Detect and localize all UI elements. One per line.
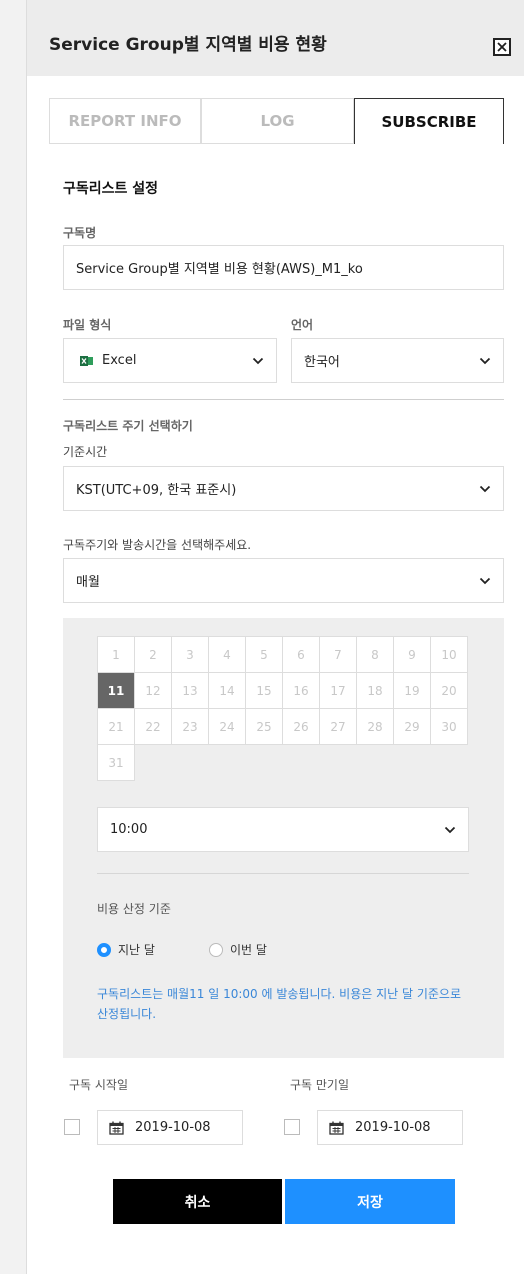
send-time-select[interactable]: 10:00: [97, 807, 469, 852]
subscribe-panel: Service Group별 지역별 비용 현황 REPORT INFO LOG…: [26, 0, 524, 1274]
radio-last-month[interactable]: 지난 달: [97, 941, 155, 958]
schedule-notice: 구독리스트는 매월11 일 10:00 에 발송됩니다. 비용은 지난 달 기준…: [97, 987, 461, 1021]
day-cell[interactable]: 9: [393, 636, 431, 673]
day-cell[interactable]: 25: [245, 708, 283, 745]
subscription-name-input[interactable]: Service Group별 지역별 비용 현황(AWS)_M1_ko: [63, 245, 504, 290]
calendar-icon: [109, 1121, 124, 1135]
cycle-select[interactable]: 매월: [63, 558, 504, 603]
language-value: 한국어: [304, 355, 340, 370]
day-cell-empty: [357, 745, 394, 781]
day-cell[interactable]: 8: [356, 636, 394, 673]
day-cell[interactable]: 23: [171, 708, 209, 745]
day-cell[interactable]: 2: [134, 636, 172, 673]
section-title: 구독리스트 설정: [63, 181, 159, 197]
start-date-label: 구독 시작일: [69, 1078, 129, 1092]
day-cell-empty: [172, 745, 209, 781]
day-cell[interactable]: 24: [208, 708, 246, 745]
tab-subscribe[interactable]: SUBSCRIBE: [354, 98, 504, 144]
day-cell[interactable]: 14: [208, 672, 246, 709]
day-cell[interactable]: 7: [319, 636, 357, 673]
end-date-picker[interactable]: 2019-10-08: [317, 1110, 463, 1145]
day-cell[interactable]: 29: [393, 708, 431, 745]
panel-title: Service Group별 지역별 비용 현황: [49, 35, 327, 55]
panel-header: Service Group별 지역별 비용 현황: [27, 0, 524, 76]
day-cell[interactable]: 28: [356, 708, 394, 745]
day-cell-empty: [394, 745, 431, 781]
day-picker: 1 2 3 4 5 6 7 8 9 10 11 12 13 14 15 16 17 18 19 20 21 22 23 24 2…: [97, 636, 468, 781]
send-time-value: 10:00: [110, 822, 148, 837]
day-cell[interactable]: 4: [208, 636, 246, 673]
subscription-name-value: Service Group별 지역별 비용 현황(AWS)_M1_ko: [76, 262, 363, 277]
day-cell[interactable]: 16: [282, 672, 320, 709]
tab-report-info[interactable]: REPORT INFO: [49, 98, 201, 144]
day-cell[interactable]: 5: [245, 636, 283, 673]
radio-this-month[interactable]: 이번 달: [209, 941, 267, 958]
radio-this-month-label: 이번 달: [230, 943, 267, 957]
chevron-down-icon: [479, 577, 491, 584]
file-format-select[interactable]: Excel: [63, 338, 277, 383]
radio-checked-icon: [97, 942, 111, 957]
section-divider: [63, 399, 504, 400]
cycle-prompt: 구독주기와 발송시간을 선택해주세요.: [63, 538, 252, 552]
day-cell[interactable]: 22: [134, 708, 172, 745]
start-date-checkbox[interactable]: [64, 1119, 80, 1135]
start-date-value: 2019-10-08: [135, 1120, 211, 1135]
day-cell[interactable]: 18: [356, 672, 394, 709]
start-date-picker[interactable]: 2019-10-08: [97, 1110, 243, 1145]
chevron-down-icon: [479, 485, 491, 492]
tab-bar: REPORT INFO LOG SUBSCRIBE: [49, 98, 504, 144]
day-cell[interactable]: 6: [282, 636, 320, 673]
day-cell-empty: [209, 745, 246, 781]
day-cell[interactable]: 17: [319, 672, 357, 709]
day-cell[interactable]: 21: [97, 708, 135, 745]
end-date-checkbox[interactable]: [284, 1119, 300, 1135]
cycle-value: 매월: [76, 575, 100, 590]
end-date-value: 2019-10-08: [355, 1120, 431, 1135]
chevron-down-icon: [479, 357, 491, 364]
calendar-icon: [329, 1121, 344, 1135]
timezone-label: 기준시간: [63, 445, 108, 459]
schedule-divider: [97, 873, 469, 874]
close-icon: [497, 42, 507, 52]
day-cell[interactable]: 26: [282, 708, 320, 745]
cancel-button[interactable]: 취소: [113, 1179, 282, 1224]
day-cell[interactable]: 10: [430, 636, 468, 673]
day-cell[interactable]: 20: [430, 672, 468, 709]
timezone-select[interactable]: KST(UTC+09, 한국 표준시): [63, 466, 504, 511]
file-format-value: Excel: [102, 353, 137, 368]
chevron-down-icon: [252, 357, 264, 364]
day-cell[interactable]: 31: [97, 744, 135, 781]
language-select[interactable]: 한국어: [291, 338, 504, 383]
day-cell[interactable]: 19: [393, 672, 431, 709]
day-cell[interactable]: 30: [430, 708, 468, 745]
day-cell-empty: [135, 745, 172, 781]
cycle-title: 구독리스트 주기 선택하기: [63, 419, 193, 433]
day-cell-empty: [320, 745, 357, 781]
file-format-label: 파일 형식: [63, 318, 112, 332]
end-date-label: 구독 만기일: [290, 1078, 350, 1092]
timezone-value: KST(UTC+09, 한국 표준시): [76, 483, 237, 498]
day-cell[interactable]: 11: [97, 672, 135, 709]
day-cell[interactable]: 12: [134, 672, 172, 709]
day-cell-empty: [431, 745, 468, 781]
day-cell[interactable]: 15: [245, 672, 283, 709]
cost-basis-label: 비용 산정 기준: [97, 902, 171, 916]
radio-last-month-label: 지난 달: [118, 943, 155, 957]
day-cell-empty: [246, 745, 283, 781]
excel-icon: [80, 355, 93, 366]
day-cell[interactable]: 13: [171, 672, 209, 709]
background-page-edge: [0, 0, 26, 1274]
day-cell[interactable]: 3: [171, 636, 209, 673]
name-label: 구독명: [63, 226, 97, 240]
language-label: 언어: [291, 318, 314, 332]
close-button[interactable]: [493, 38, 511, 56]
day-cell-empty: [283, 745, 320, 781]
day-cell[interactable]: 1: [97, 636, 135, 673]
radio-unchecked-icon: [209, 942, 223, 957]
tab-log[interactable]: LOG: [201, 98, 354, 144]
schedule-box: 1 2 3 4 5 6 7 8 9 10 11 12 13 14 15 16 17 18 19 20 21 22 23 24 2…: [63, 618, 504, 1058]
save-button[interactable]: 저장: [285, 1179, 455, 1224]
chevron-down-icon: [444, 826, 456, 833]
day-cell[interactable]: 27: [319, 708, 357, 745]
